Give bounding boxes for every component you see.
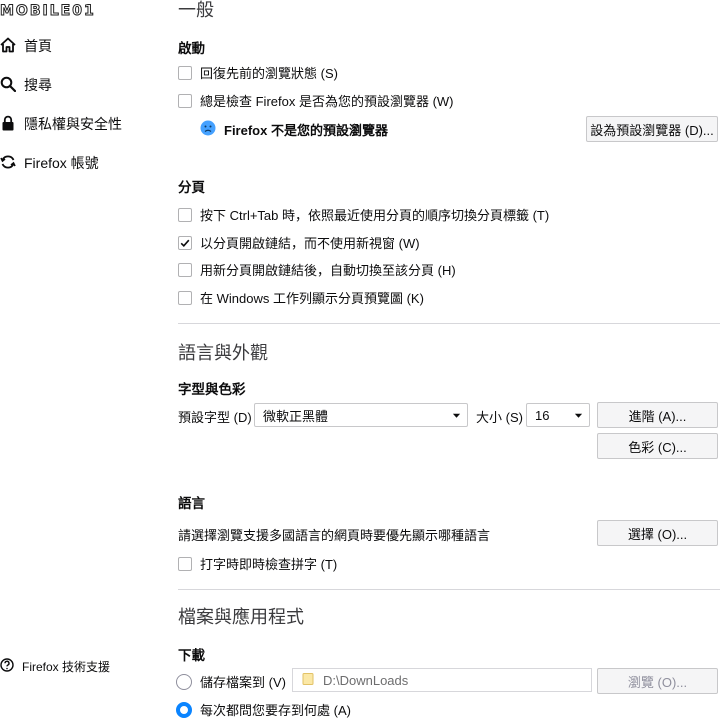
language-description: 請選擇瀏覽支援多國語言的網頁時要優先顯示哪種語言 <box>178 525 490 544</box>
save-to-label: 儲存檔案到 (V) <box>200 675 286 690</box>
default-browser-status: Firefox 不是您的預設瀏覽器 <box>200 120 388 139</box>
tab-option[interactable]: 以分頁開啟鏈結，而不使用新視窗 (W) <box>178 233 420 252</box>
browse-button[interactable]: 瀏覽 (O)... <box>597 668 718 694</box>
language-appearance-title: 語言與外觀 <box>178 343 268 363</box>
tabs-heading: 分頁 <box>178 180 205 195</box>
checkmark-icon <box>180 239 190 247</box>
startup-heading: 啟動 <box>178 41 205 56</box>
sidebar-item-privacy[interactable]: 隱私權與安全性 <box>0 114 122 134</box>
spellcheck-option[interactable]: 打字時即時檢查拼字 (T) <box>178 554 337 573</box>
dropdown-arrow-icon <box>574 408 583 423</box>
restore-session-label: 回復先前的瀏覽狀態 (S) <box>200 66 338 81</box>
spellcheck-checkbox[interactable] <box>178 556 192 571</box>
sidebar-item-home[interactable]: 首頁 <box>0 36 52 56</box>
always-ask-label: 每次都問您要存到何處 (A) <box>200 703 351 718</box>
tab-option-label: 用新分頁開啟鏈結後，自動切換至該分頁 (H) <box>200 263 456 278</box>
search-icon <box>0 76 17 95</box>
folder-icon <box>301 672 315 689</box>
font-size-label-text: 大小 (S) <box>476 410 523 425</box>
general-section-title: 一般 <box>178 0 214 20</box>
save-to-radio[interactable] <box>176 673 192 690</box>
help-icon <box>0 658 14 675</box>
warning-face-icon <box>200 120 216 139</box>
font-size-label: 大小 (S) <box>476 407 523 426</box>
font-size-value: 16 <box>535 407 550 423</box>
font-size-select[interactable]: 16 <box>526 403 590 427</box>
restore-session-checkbox[interactable] <box>178 65 192 80</box>
check-default-label: 總是檢查 Firefox 是否為您的預設瀏覽器 (W) <box>200 94 454 109</box>
language-description-text: 請選擇瀏覽支援多國語言的網頁時要優先顯示哪種語言 <box>178 528 491 543</box>
make-default-button[interactable]: 設為預設瀏覽器 (D)... <box>586 116 718 142</box>
sync-icon <box>0 154 16 173</box>
always-ask-radio[interactable] <box>176 701 192 718</box>
section-divider <box>178 589 720 590</box>
dropdown-arrow-icon <box>452 408 461 423</box>
default-font-select[interactable]: 微軟正黑體 <box>254 403 468 427</box>
home-icon <box>0 37 16 56</box>
download-path-value: D:\DownLoads <box>323 672 409 688</box>
lock-icon <box>0 115 16 134</box>
sidebar-item-label: 首頁 <box>24 38 52 54</box>
logo-text: MOBILE01 <box>0 3 96 20</box>
check-default-option[interactable]: 總是檢查 Firefox 是否為您的預設瀏覽器 (W) <box>178 91 454 110</box>
default-font-label: 預設字型 (D) <box>178 407 252 426</box>
choose-language-button[interactable]: 選擇 (O)... <box>597 520 718 546</box>
tab-option-label: 按下 Ctrl+Tab 時，依照最近使用分頁的順序切換分頁標籤 (T) <box>200 208 550 223</box>
tab-option[interactable]: 用新分頁開啟鏈結後，自動切換至該分頁 (H) <box>178 260 456 279</box>
site-watermark-logo: MOBILE01 <box>0 0 96 22</box>
spellcheck-label: 打字時即時檢查拼字 (T) <box>200 557 338 572</box>
save-to-option[interactable]: 儲存檔案到 (V) <box>176 672 286 691</box>
ctrl-tab-checkbox[interactable] <box>178 207 192 222</box>
sidebar-item-label: Firefox 帳號 <box>24 155 99 171</box>
default-status-text: Firefox 不是您的預設瀏覽器 <box>224 123 388 138</box>
tab-option-label: 以分頁開啟鏈結，而不使用新視窗 (W) <box>200 236 420 251</box>
always-ask-option[interactable]: 每次都問您要存到何處 (A) <box>176 700 351 719</box>
taskbar-preview-checkbox[interactable] <box>178 290 192 305</box>
support-label: Firefox 技術支援 <box>22 660 111 674</box>
sidebar-item-firefox-account[interactable]: Firefox 帳號 <box>0 153 99 173</box>
download-path-field[interactable]: D:\DownLoads <box>292 668 592 692</box>
language-heading: 語言 <box>178 496 205 511</box>
restore-session-option[interactable]: 回復先前的瀏覽狀態 (S) <box>178 63 338 82</box>
check-default-checkbox[interactable] <box>178 93 192 108</box>
colors-button[interactable]: 色彩 (C)... <box>597 433 718 459</box>
default-font-label-text: 預設字型 (D) <box>178 410 252 425</box>
open-links-in-tabs-checkbox[interactable] <box>178 235 192 250</box>
advanced-fonts-button[interactable]: 進階 (A)... <box>597 402 718 428</box>
sidebar-item-search[interactable]: 搜尋 <box>0 75 52 95</box>
sidebar-item-label: 搜尋 <box>24 77 52 93</box>
default-font-value: 微軟正黑體 <box>263 408 329 424</box>
sidebar-support-link[interactable]: Firefox 技術支援 <box>0 658 110 675</box>
fonts-colors-heading: 字型與色彩 <box>178 382 246 397</box>
tab-option[interactable]: 按下 Ctrl+Tab 時，依照最近使用分頁的順序切換分頁標籤 (T) <box>178 205 549 224</box>
tab-option[interactable]: 在 Windows 工作列顯示分頁預覽圖 (K) <box>178 288 424 307</box>
switch-to-new-tab-checkbox[interactable] <box>178 262 192 277</box>
tab-option-label: 在 Windows 工作列顯示分頁預覽圖 (K) <box>200 291 424 306</box>
downloads-heading: 下載 <box>178 648 205 663</box>
files-apps-title: 檔案與應用程式 <box>178 607 304 627</box>
sidebar-item-label: 隱私權與安全性 <box>24 116 122 132</box>
section-divider <box>178 323 720 324</box>
